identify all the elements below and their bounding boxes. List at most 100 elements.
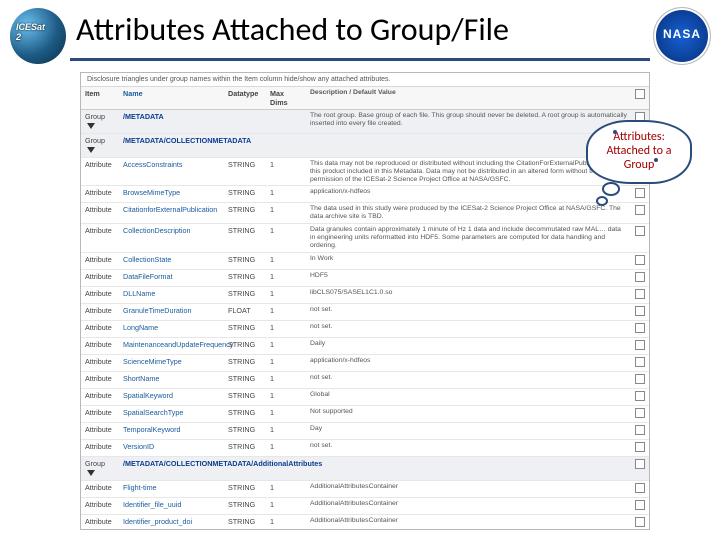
row-checkbox[interactable] xyxy=(635,500,645,510)
name-cell[interactable]: AccessConstraints xyxy=(119,158,224,171)
row-checkbox[interactable] xyxy=(635,374,645,384)
name-cell[interactable]: Identifier_file_uuid xyxy=(119,498,224,511)
attr-item-cell: Attribute xyxy=(81,481,119,494)
desc-cell: not set. xyxy=(306,304,631,316)
datatype-cell: STRING xyxy=(224,372,266,385)
name-cell[interactable]: BrowseMimeType xyxy=(119,186,224,199)
maxdims-cell: 1 xyxy=(266,186,306,199)
name-cell[interactable]: MaintenanceandUpdateFrequency xyxy=(119,338,224,351)
attr-item-cell: Attribute xyxy=(81,355,119,368)
datatype-cell: STRING xyxy=(224,186,266,199)
row-checkbox[interactable] xyxy=(635,205,645,215)
attr-item-cell: Attribute xyxy=(81,158,119,171)
table-row: AttributeCitationforExternalPublicationS… xyxy=(81,203,649,224)
name-cell[interactable]: SpatialKeyword xyxy=(119,389,224,402)
datatype-cell: STRING xyxy=(224,270,266,283)
row-checkbox[interactable] xyxy=(635,323,645,333)
table-row: AttributeAccessConstraintsSTRING1This da… xyxy=(81,158,649,186)
row-checkbox[interactable] xyxy=(635,408,645,418)
row-checkbox[interactable] xyxy=(635,255,645,265)
maxdims-cell xyxy=(266,457,306,461)
row-checkbox[interactable] xyxy=(635,425,645,435)
attr-item-cell: Attribute xyxy=(81,203,119,216)
name-cell[interactable]: LongName xyxy=(119,321,224,334)
row-checkbox[interactable] xyxy=(635,226,645,236)
row-checkbox[interactable] xyxy=(635,391,645,401)
datatype-cell xyxy=(224,134,266,138)
datatype-cell: STRING xyxy=(224,389,266,402)
callout-bubble: Attributes: Attached to a Group xyxy=(586,120,692,184)
row-checkbox[interactable] xyxy=(635,272,645,282)
table-row: AttributeSpatialSearchTypeSTRING1Not sup… xyxy=(81,406,649,423)
name-cell[interactable]: Identifier_product_doi xyxy=(119,515,224,528)
title-underline xyxy=(70,58,650,61)
table-row: AttributeCollectionStateSTRING1In Work xyxy=(81,253,649,270)
datatype-cell: STRING xyxy=(224,498,266,511)
maxdims-cell: 1 xyxy=(266,440,306,453)
attr-item-cell: Attribute xyxy=(81,389,119,402)
name-cell[interactable]: VersionID xyxy=(119,440,224,453)
datatype-cell xyxy=(224,110,266,114)
name-cell[interactable]: DLLName xyxy=(119,287,224,300)
datatype-cell: STRING xyxy=(224,481,266,494)
desc-cell: not set. xyxy=(306,440,631,452)
maxdims-cell: 1 xyxy=(266,203,306,216)
disclosure-triangle-icon[interactable] xyxy=(87,147,95,153)
row-checkbox[interactable] xyxy=(635,483,645,493)
table-row: AttributeSpatialKeywordSTRING1Global xyxy=(81,389,649,406)
desc-cell: application/x-hdfeos xyxy=(306,186,631,198)
name-cell[interactable]: Flight-time xyxy=(119,481,224,494)
table-row: AttributeLongNameSTRING1not set. xyxy=(81,321,649,338)
row-checkbox[interactable] xyxy=(635,306,645,316)
desc-cell: AdditionalAttributesContainer xyxy=(306,498,631,510)
header-checkbox[interactable] xyxy=(635,89,645,99)
name-cell[interactable]: SpatialSearchType xyxy=(119,406,224,419)
maxdims-cell xyxy=(266,110,306,114)
attr-item-cell: Attribute xyxy=(81,372,119,385)
name-cell[interactable]: ScienceMimeType xyxy=(119,355,224,368)
name-cell[interactable]: CitationforExternalPublication xyxy=(119,203,224,216)
name-cell[interactable]: CollectionState xyxy=(119,253,224,266)
datatype-cell: STRING xyxy=(224,321,266,334)
row-checkbox[interactable] xyxy=(635,289,645,299)
name-cell[interactable]: /METADATA xyxy=(119,110,224,123)
row-checkbox[interactable] xyxy=(635,517,645,527)
maxdims-cell: 1 xyxy=(266,158,306,171)
attr-item-cell: Attribute xyxy=(81,321,119,334)
datatype-cell: STRING xyxy=(224,287,266,300)
maxdims-cell: 1 xyxy=(266,355,306,368)
row-checkbox[interactable] xyxy=(635,357,645,367)
table-row: AttributeBrowseMimeTypeSTRING1applicatio… xyxy=(81,186,649,203)
name-cell[interactable]: CollectionDescription xyxy=(119,224,224,237)
disclosure-triangle-icon[interactable] xyxy=(87,123,95,129)
desc-cell: This data may not be reproduced or distr… xyxy=(306,158,631,185)
attr-item-cell: Attribute xyxy=(81,515,119,528)
disclosure-triangle-icon[interactable] xyxy=(87,470,95,476)
maxdims-cell: 1 xyxy=(266,498,306,511)
name-cell[interactable]: /METADATA/COLLECTIONMETADATA xyxy=(119,134,224,147)
desc-cell: Daily xyxy=(306,338,631,350)
name-cell[interactable]: GranuleTimeDuration xyxy=(119,304,224,317)
datatype-cell: STRING xyxy=(224,203,266,216)
maxdims-cell xyxy=(266,134,306,138)
table-row: AttributeDLLNameSTRING1libCLS075/SASEL1C… xyxy=(81,287,649,304)
col-check xyxy=(631,87,649,109)
name-cell[interactable]: TemporalKeyword xyxy=(119,423,224,436)
attr-item-cell: Attribute xyxy=(81,406,119,419)
row-checkbox[interactable] xyxy=(635,459,645,469)
datatype-cell: STRING xyxy=(224,355,266,368)
row-checkbox[interactable] xyxy=(635,340,645,350)
row-checkbox[interactable] xyxy=(635,188,645,198)
desc-cell xyxy=(306,457,631,461)
maxdims-cell: 1 xyxy=(266,270,306,283)
table-row: AttributeIdentifier_file_uuidSTRING1Addi… xyxy=(81,498,649,515)
maxdims-cell: 1 xyxy=(266,515,306,528)
col-item: Item xyxy=(81,87,119,109)
name-cell[interactable]: ShortName xyxy=(119,372,224,385)
row-checkbox[interactable] xyxy=(635,442,645,452)
datatype-cell xyxy=(224,457,266,461)
callout-text: Attributes: Attached to a Group xyxy=(607,130,672,172)
name-cell[interactable]: /METADATA/COLLECTIONMETADATA/AdditionalA… xyxy=(119,457,224,470)
table-row: AttributeGranuleTimeDurationFLOAT1not se… xyxy=(81,304,649,321)
name-cell[interactable]: DataFileFormat xyxy=(119,270,224,283)
